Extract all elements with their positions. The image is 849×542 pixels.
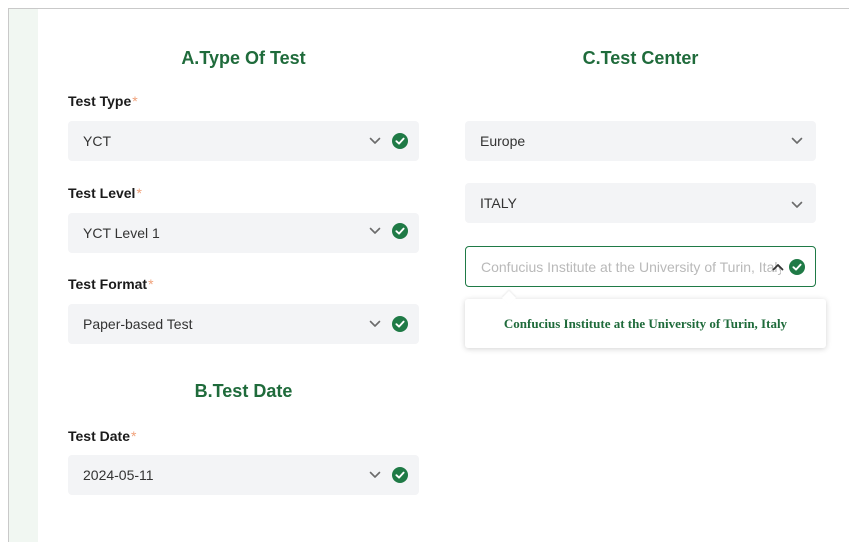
test-type-value: YCT	[83, 133, 111, 149]
country-value: ITALY	[480, 195, 517, 211]
section-b-title: B.Test Date	[194, 381, 293, 401]
check-circle-icon	[392, 467, 408, 483]
check-circle-icon	[789, 258, 805, 275]
required-asterisk: *	[130, 428, 137, 444]
test-type-select[interactable]: YCT	[68, 121, 419, 161]
continent-value: Europe	[480, 133, 526, 149]
test-date-label-text: Test Date	[68, 428, 130, 444]
test-date-label: Test Date*	[68, 428, 136, 444]
chevron-down-icon	[369, 228, 381, 235]
test-format-value: Paper-based Test	[83, 316, 193, 332]
test-format-label: Test Format*	[68, 276, 154, 292]
chevron-down-icon	[791, 201, 803, 208]
test-level-label: Test Level*	[68, 185, 142, 201]
test-center-dropdown: Confucius Institute at the University of…	[465, 290, 826, 348]
test-level-select[interactable]: YCT Level 1	[68, 213, 419, 253]
section-c-title: C.Test Center	[582, 48, 699, 68]
required-asterisk: *	[148, 276, 154, 292]
chevron-down-icon	[369, 471, 381, 478]
test-date-select[interactable]: 2024-05-11	[68, 455, 419, 495]
check-circle-icon	[392, 133, 408, 149]
chevron-down-icon	[369, 137, 381, 144]
test-registration-form: A.Type Of Test Test Type* YCT Test Level…	[0, 0, 849, 542]
test-level-value: YCT Level 1	[83, 225, 160, 241]
chevron-down-icon	[369, 320, 381, 327]
test-format-label-text: Test Format	[68, 276, 148, 292]
test-date-value: 2024-05-11	[83, 467, 154, 483]
test-type-label: Test Type*	[68, 93, 138, 109]
required-asterisk: *	[132, 93, 138, 109]
country-select[interactable]: ITALY	[465, 183, 816, 223]
chevron-up-icon	[772, 263, 784, 270]
test-level-label-text: Test Level	[68, 185, 136, 201]
test-center-select[interactable]: Confucius Institute at the University of…	[465, 246, 816, 287]
chevron-down-icon	[791, 137, 803, 144]
dropdown-option[interactable]: Confucius Institute at the University of…	[465, 299, 826, 348]
left-sidebar-strip	[9, 9, 38, 542]
continent-select[interactable]: Europe	[465, 121, 816, 161]
test-format-select[interactable]: Paper-based Test	[68, 304, 419, 344]
test-type-label-text: Test Type	[68, 93, 132, 109]
test-center-value: Confucius Institute at the University of…	[481, 258, 781, 275]
required-asterisk: *	[136, 185, 142, 201]
check-circle-icon	[392, 316, 408, 332]
section-a-title: A.Type Of Test	[181, 48, 306, 68]
check-circle-icon	[392, 223, 408, 240]
